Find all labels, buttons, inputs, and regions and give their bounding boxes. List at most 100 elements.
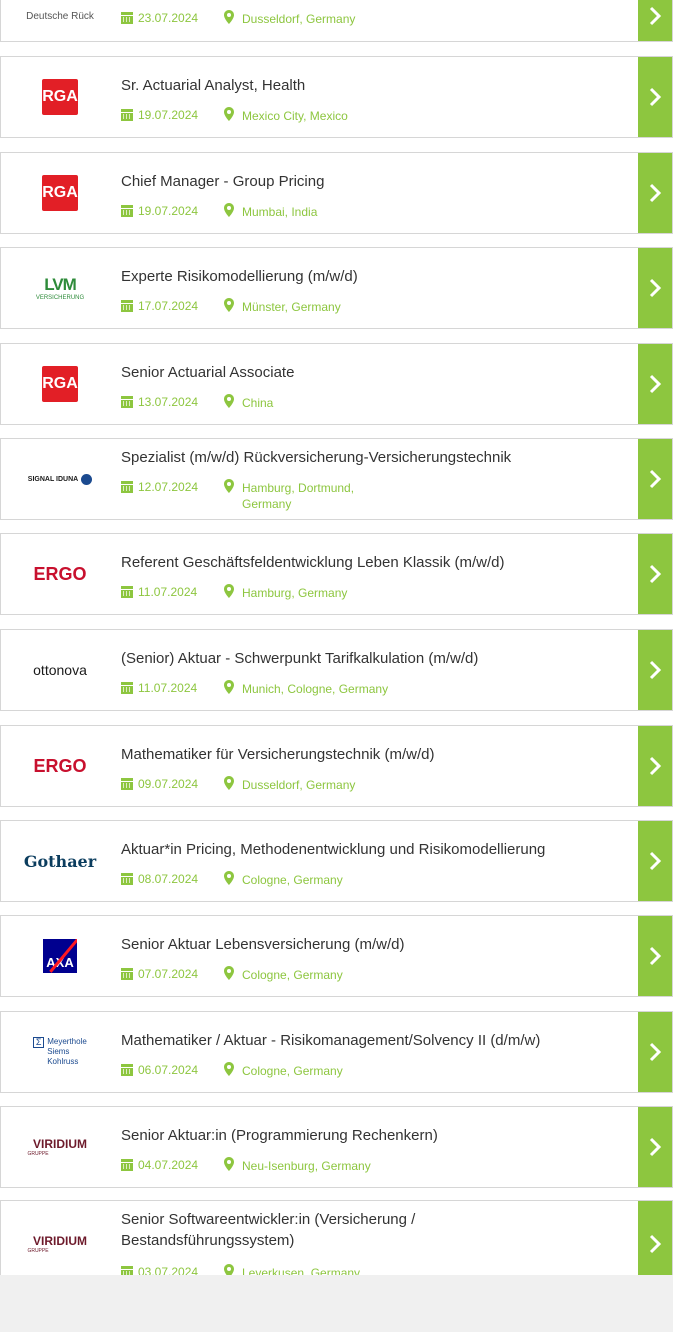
calendar-icon [121,1159,133,1171]
open-job-button[interactable] [638,1012,672,1092]
open-job-button[interactable] [638,57,672,137]
job-meta: 06.07.2024 Cologne, Germany [121,1062,382,1079]
job-card[interactable]: RGA Senior Actuarial Associate 13.07.202… [0,343,673,425]
job-meta: 13.07.2024 China [121,394,382,411]
job-card[interactable]: VIRIDIUM GRUPPE Senior Aktuar:in (Progra… [0,1106,673,1188]
open-job-button[interactable] [638,534,672,614]
location-pin-icon [224,203,234,217]
location-pin-icon [224,107,234,121]
job-title[interactable]: Sr. Actuarial Analyst, Health [121,75,611,96]
job-card[interactable]: SIGNAL IDUNA Spezialist (m/w/d) Rückvers… [0,438,673,520]
calendar-icon [121,12,133,24]
job-meta: 11.07.2024 Hamburg, Germany [121,584,382,601]
job-title[interactable]: Aktuar*in Pricing, Methodenentwicklung u… [121,839,611,860]
gothaer-logo: Gothaer [23,851,97,871]
axa-logo: AXA [1,916,119,996]
job-title[interactable]: Senior Softwareentwickler:in (Versicheru… [121,1209,501,1251]
footer-bar [0,1275,673,1332]
open-job-button[interactable] [638,153,672,233]
job-card[interactable]: LVM VERSICHERUNG Experte Risikomodellier… [0,247,673,329]
location-pin-icon [224,394,234,408]
job-card[interactable]: ottonova (Senior) Aktuar - Schwerpunkt T… [0,629,673,711]
chevron-right-icon [649,374,662,394]
rga-logo: RGA [1,344,119,424]
location-pin-icon [224,10,234,24]
ergo-logo: ERGO [33,563,87,584]
job-location: Cologne, Germany [242,873,343,887]
job-card[interactable]: AXA Senior Aktuar Lebensversicherung (m/… [0,915,673,997]
job-title[interactable]: Mathematiker für Versicherungstechnik (m… [121,744,611,765]
job-title[interactable]: Referent Geschäftsfeldentwicklung Leben … [121,552,611,573]
job-meta: 07.07.2024 Cologne, Germany [121,966,382,983]
job-title[interactable]: Senior Aktuar:in (Programmierung Rechenk… [121,1125,611,1146]
open-job-button[interactable] [638,726,672,806]
job-location: Mumbai, India [242,205,318,219]
calendar-icon [121,968,133,980]
calendar-icon [121,1064,133,1076]
job-card[interactable]: Deutsche Rück 23.07.2024 Dusseldorf, Ger… [0,0,673,42]
job-card[interactable]: ERGO Referent Geschäftsfeldentwicklung L… [0,533,673,615]
job-date: 11.07.2024 [138,585,198,599]
location-pin-icon [224,871,234,885]
location-pin-icon [224,680,234,694]
job-card[interactable]: RGA Sr. Actuarial Analyst, Health 19.07.… [0,56,673,138]
calendar-icon [121,586,133,598]
job-location: Neu-Isenburg, Germany [242,1159,371,1173]
job-card[interactable]: Gothaer Aktuar*in Pricing, Methodenentwi… [0,820,673,902]
calendar-icon [121,778,133,790]
job-title[interactable]: Senior Actuarial Associate [121,362,611,383]
chevron-right-icon [649,1234,662,1254]
location-pin-icon [224,1062,234,1076]
job-location: Dusseldorf, Germany [242,778,356,792]
chevron-right-icon [649,87,662,107]
chevron-right-icon [649,469,662,489]
job-card[interactable]: ERGO Mathematiker für Versicherungstechn… [0,725,673,807]
job-title[interactable]: Experte Risikomodellierung (m/w/d) [121,266,611,287]
job-location: Mexico City, Mexico [242,109,348,123]
chevron-right-icon [649,1042,662,1062]
open-job-button[interactable] [638,439,672,519]
job-meta: 19.07.2024 Mexico City, Mexico [121,107,382,124]
job-title[interactable]: (Senior) Aktuar - Schwerpunkt Tarifkalku… [121,648,611,669]
job-title[interactable]: Chief Manager - Group Pricing [121,171,611,192]
open-job-button[interactable] [638,0,672,41]
chevron-right-icon [649,756,662,776]
job-date: 11.07.2024 [138,681,198,695]
calendar-icon [121,481,133,493]
job-date: 12.07.2024 [138,480,199,494]
open-job-button[interactable] [638,821,672,901]
job-meta: 09.07.2024 Dusseldorf, Germany [121,776,382,793]
ergo-logo: ERGO [33,755,87,776]
location-pin-icon [224,479,234,493]
ottonova-logo: ottonova [33,662,87,678]
job-title[interactable]: Senior Aktuar Lebensversicherung (m/w/d) [121,934,611,955]
lvm-logo: LVM VERSICHERUNG [35,275,85,301]
job-meta: 04.07.2024 Neu-Isenburg, Germany [121,1157,382,1174]
open-job-button[interactable] [638,344,672,424]
job-meta: 08.07.2024 Cologne, Germany [121,871,382,888]
job-location: Münster, Germany [242,300,341,314]
chevron-right-icon [649,660,662,680]
job-card[interactable]: RGA Chief Manager - Group Pricing 19.07.… [0,152,673,234]
job-title[interactable]: Mathematiker / Aktuar - Risikomanagement… [121,1030,611,1051]
signal-iduna-logo: SIGNAL IDUNA [1,439,119,519]
job-date: 13.07.2024 [138,395,199,409]
rga-logo: RGA [1,153,119,233]
job-date: 17.07.2024 [138,299,199,313]
open-job-button[interactable] [638,630,672,710]
job-date: 19.07.2024 [138,204,199,218]
viridium-logo: VIRIDIUM GRUPPE [27,1137,87,1157]
job-card[interactable]: Σ Meyerthole Siems Kohlruss Mathematiker… [0,1011,673,1093]
job-title[interactable]: Spezialist (m/w/d) Rückversicherung-Vers… [121,447,611,468]
open-job-button[interactable] [638,248,672,328]
job-location: Dusseldorf, Germany [242,12,356,26]
location-pin-icon [224,776,234,790]
open-job-button[interactable] [638,1107,672,1187]
job-date: 08.07.2024 [138,872,199,886]
job-date: 06.07.2024 [138,1063,199,1077]
open-job-button[interactable] [638,916,672,996]
calendar-icon [121,300,133,312]
job-date: 04.07.2024 [138,1158,199,1172]
deutsche-rueck-logo: Deutsche Rück [26,10,94,22]
job-location: Hamburg, Dortmund, Germany [242,481,355,511]
